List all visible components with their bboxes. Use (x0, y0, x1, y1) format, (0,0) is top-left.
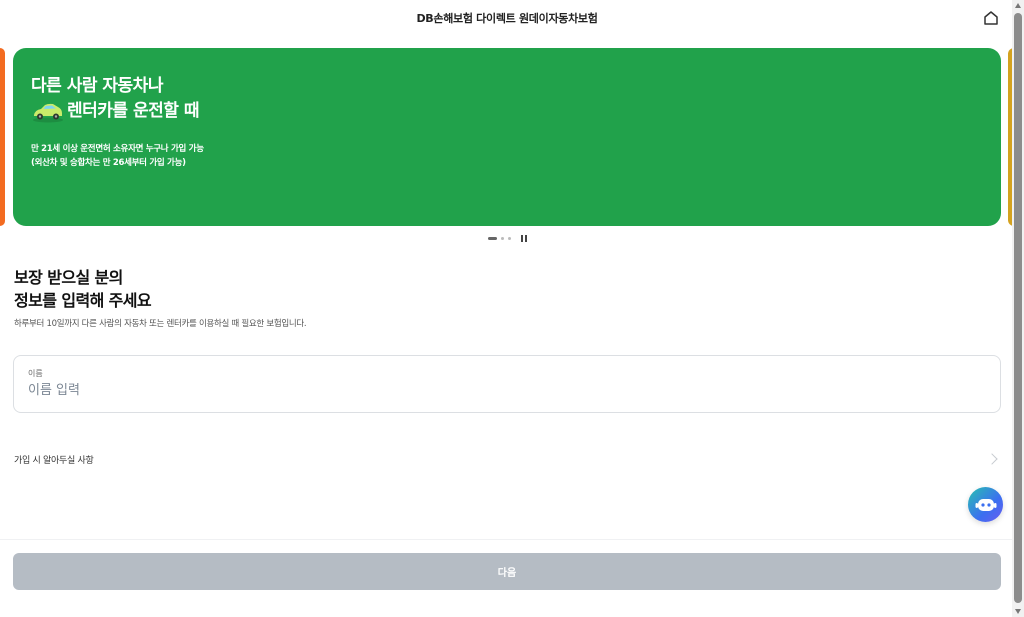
next-button[interactable]: 다음 (13, 553, 1001, 590)
chatbot-face-icon (975, 498, 996, 511)
section-title: 보장 받으실 분의 정보를 입력해 주세요 (14, 266, 152, 312)
prev-slide-peek[interactable] (0, 48, 5, 226)
section-subtitle: 하루부터 10일까지 다른 사람의 자동차 또는 렌터카를 이용하실 때 필요한… (14, 319, 307, 329)
notice-label: 가입 시 알아두실 사항 (14, 455, 94, 466)
name-field[interactable]: 이름 (13, 355, 1001, 413)
indicator-dot[interactable] (501, 237, 504, 240)
chatbot-icon[interactable] (968, 487, 1003, 522)
banner-desc-line2: (외산차 및 승합차는 만 26세부터 가입 가능) (31, 158, 186, 168)
chevron-right-icon (986, 453, 998, 465)
section-title-line2: 정보를 입력해 주세요 (14, 291, 152, 310)
footer-divider (0, 539, 1014, 540)
banner-title-line2: 렌터카를 운전할 때 (67, 101, 199, 121)
banner-title-line2-row: 렌터카를 운전할 때 (31, 99, 983, 124)
home-icon[interactable] (982, 9, 1000, 27)
scroll-thumb[interactable] (1014, 13, 1022, 603)
section-title-line1: 보장 받으실 분의 (14, 268, 123, 287)
indicator-active[interactable] (488, 237, 497, 240)
carousel-indicator (488, 235, 527, 242)
scroll-down-icon[interactable] (1015, 609, 1021, 614)
scrollbar[interactable] (1012, 0, 1024, 617)
name-label: 이름 (28, 369, 43, 378)
banner-title: 다른 사람 자동차나 렌터카를 운전할 때 (31, 74, 983, 124)
banner-desc-line1: 만 21세 이상 운전면허 소유자면 누구나 가입 가능 (31, 144, 204, 154)
indicator-dot[interactable] (508, 237, 511, 240)
banner-title-line1: 다른 사람 자동차나 (31, 76, 163, 96)
banner-description: 만 21세 이상 운전면허 소유자면 누구나 가입 가능 (외산차 및 승합차는… (31, 142, 983, 170)
page-title: DB손해보험 다이렉트 원데이자동차보험 (416, 12, 598, 25)
car-icon (33, 103, 63, 122)
notice-link[interactable]: 가입 시 알아두실 사항 (14, 447, 1000, 471)
pause-icon[interactable] (521, 235, 527, 242)
page-header: DB손해보험 다이렉트 원데이자동차보험 (0, 0, 1014, 36)
scroll-up-icon[interactable] (1015, 3, 1021, 8)
name-input[interactable] (28, 383, 928, 398)
banner-slide[interactable]: 다른 사람 자동차나 렌터카를 운전할 때 만 21세 이상 운전면허 소유자면… (13, 48, 1001, 226)
banner-carousel[interactable]: 다른 사람 자동차나 렌터카를 운전할 때 만 21세 이상 운전면허 소유자면… (0, 48, 1014, 226)
